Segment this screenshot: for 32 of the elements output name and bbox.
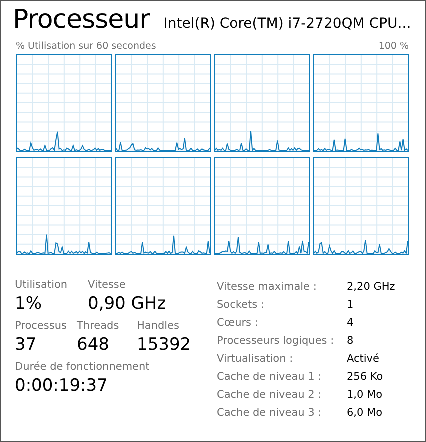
cpu-model: Intel(R) Core(TM) i7-2720QM CPU... bbox=[164, 16, 412, 32]
detail-value: 1 bbox=[347, 298, 355, 313]
stat-value: 1% bbox=[15, 294, 43, 314]
detail-label: Cache de niveau 1 : bbox=[217, 370, 323, 385]
stat-value: 37 bbox=[15, 335, 38, 355]
stat-value: 648 bbox=[77, 335, 110, 355]
detail-value: 6,0 Mo bbox=[347, 406, 384, 421]
stat-value: 0,90 GHz bbox=[88, 294, 166, 314]
detail-label: Vitesse maximale : bbox=[217, 280, 318, 295]
stat-label: Vitesse bbox=[88, 279, 127, 291]
detail-value: 2,20 GHz bbox=[347, 280, 396, 295]
stat-value: 15392 bbox=[137, 335, 192, 355]
detail-label: Sockets : bbox=[217, 298, 266, 313]
detail-value: 1,0 Mo bbox=[347, 388, 384, 403]
stat-label: Processus bbox=[15, 320, 68, 332]
stat-label: Threads bbox=[77, 320, 120, 332]
detail-value: 256 Ko bbox=[347, 370, 384, 385]
stat-label: Utilisation bbox=[15, 279, 69, 291]
detail-label: Cache de niveau 2 : bbox=[217, 388, 323, 403]
detail-value: Activé bbox=[347, 352, 380, 367]
detail-label: Virtualisation : bbox=[217, 352, 294, 367]
graph-max-label: 100 % bbox=[378, 41, 409, 52]
detail-value: 8 bbox=[347, 334, 355, 349]
detail-value: 4 bbox=[347, 316, 355, 331]
graph-caption: % Utilisation sur 60 secondes bbox=[16, 41, 156, 52]
detail-label: Cœurs : bbox=[217, 316, 260, 331]
detail-label: Cache de niveau 3 : bbox=[217, 406, 323, 421]
stat-label: Handles bbox=[137, 320, 180, 332]
stat-value: 0:00:19:37 bbox=[15, 376, 109, 396]
detail-label: Processeurs logiques : bbox=[217, 334, 336, 349]
stat-label: Durée de fonctionnement bbox=[15, 361, 150, 373]
page-title: Processeur bbox=[13, 5, 150, 35]
